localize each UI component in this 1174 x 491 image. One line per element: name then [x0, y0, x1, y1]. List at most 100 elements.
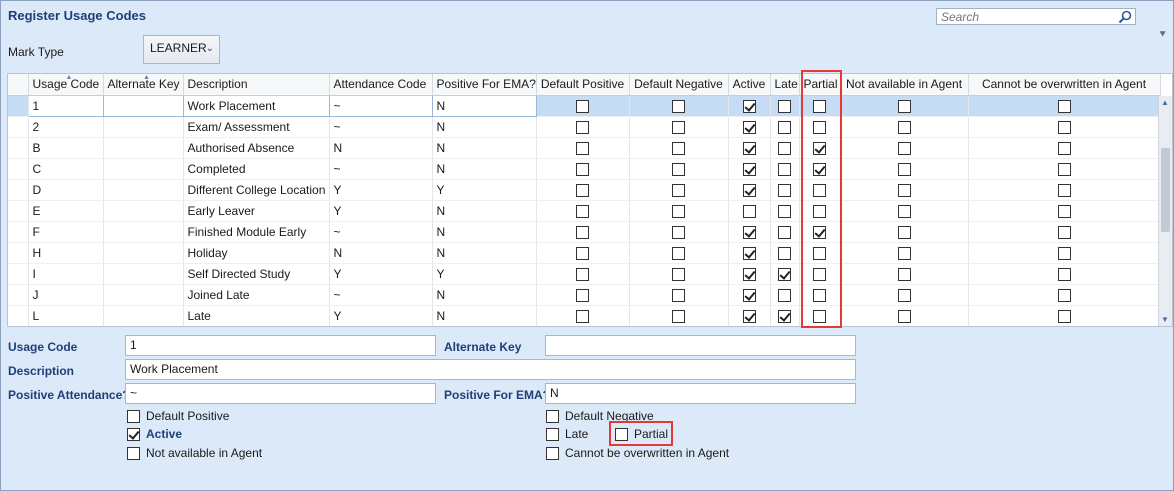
table-row[interactable]: J Joined Late ~ N	[8, 284, 1161, 306]
row-selector[interactable]	[8, 263, 29, 285]
cell-desc[interactable]: Early Leaver	[183, 200, 330, 222]
dpos-checkbox[interactable]	[576, 204, 589, 218]
late-checkbox[interactable]	[778, 141, 791, 155]
late-checkbox[interactable]	[778, 99, 791, 113]
dneg-checkbox[interactable]	[672, 288, 685, 302]
cell-code[interactable]: L	[28, 305, 104, 326]
cell-alt[interactable]	[103, 242, 184, 264]
dneg-checkbox[interactable]	[672, 99, 685, 113]
cell-code[interactable]: C	[28, 158, 104, 180]
table-row[interactable]: D Different College Location Y Y	[8, 179, 1161, 201]
partial-checkbox[interactable]	[813, 162, 826, 176]
cell-ema[interactable]: N	[432, 242, 537, 264]
cell-alt[interactable]	[103, 137, 184, 159]
notagent-checkbox[interactable]	[897, 141, 911, 155]
cell-ema[interactable]: Y	[432, 263, 537, 285]
partial-checkbox[interactable]	[813, 309, 826, 323]
dneg-checkbox[interactable]	[672, 120, 685, 134]
cell-desc[interactable]: Different College Location	[183, 179, 330, 201]
cell-ema[interactable]: N	[432, 284, 537, 306]
active-checkbox[interactable]	[742, 141, 756, 155]
table-row[interactable]: C Completed ~ N	[8, 158, 1161, 180]
column-header[interactable]: Active	[728, 74, 771, 96]
noover-checkbox[interactable]	[1057, 141, 1071, 155]
collapse-chevron-icon[interactable]: ⯆	[1158, 29, 1167, 42]
column-header[interactable]: Description	[183, 74, 330, 96]
notagent-checkbox[interactable]	[897, 183, 911, 197]
active-checkbox[interactable]	[742, 309, 756, 323]
active-checkbox[interactable]: Active	[127, 427, 182, 441]
cell-ema[interactable]: N	[432, 221, 537, 243]
cell-att[interactable]: ~	[329, 116, 433, 138]
active-checkbox[interactable]	[742, 183, 756, 197]
dpos-checkbox[interactable]	[576, 246, 589, 260]
cannot-be-overwritten-checkbox[interactable]: Cannot be overwritten in Agent	[546, 446, 729, 460]
positive-ema-field[interactable]: N	[545, 383, 856, 404]
late-checkbox[interactable]	[778, 246, 791, 260]
column-header[interactable]: Positive For EMA?	[432, 74, 537, 96]
late-checkbox[interactable]	[778, 309, 791, 323]
dneg-checkbox[interactable]	[672, 267, 685, 281]
notagent-checkbox[interactable]	[897, 204, 911, 218]
noover-checkbox[interactable]	[1057, 246, 1071, 260]
partial-checkbox[interactable]	[813, 183, 826, 197]
noover-checkbox[interactable]	[1057, 204, 1071, 218]
dneg-checkbox[interactable]	[672, 225, 685, 239]
cell-desc[interactable]: Finished Module Early	[183, 221, 330, 243]
partial-checkbox[interactable]	[813, 99, 826, 113]
notagent-checkbox[interactable]	[897, 246, 911, 260]
row-selector[interactable]	[8, 116, 29, 138]
dpos-checkbox[interactable]	[576, 288, 589, 302]
cell-desc[interactable]: Late	[183, 305, 330, 326]
usage-code-field[interactable]: 1	[125, 335, 436, 356]
dpos-checkbox[interactable]	[576, 309, 589, 323]
late-checkbox[interactable]	[778, 204, 791, 218]
row-selector[interactable]	[8, 242, 29, 264]
late-checkbox[interactable]	[778, 162, 791, 176]
cell-att[interactable]: N	[329, 242, 433, 264]
cell-code[interactable]: F	[28, 221, 104, 243]
partial-checkbox[interactable]	[813, 141, 826, 155]
cell-code[interactable]: 2	[28, 116, 104, 138]
noover-checkbox[interactable]	[1057, 225, 1071, 239]
noover-checkbox[interactable]	[1057, 120, 1071, 134]
noover-checkbox[interactable]	[1057, 183, 1071, 197]
partial-checkbox[interactable]	[813, 225, 826, 239]
column-header[interactable]: Default Positive	[536, 74, 630, 96]
dneg-checkbox[interactable]	[672, 309, 685, 323]
cell-ema[interactable]: N	[431, 94, 537, 117]
cell-alt[interactable]	[102, 94, 184, 117]
cell-desc[interactable]: Exam/ Assessment	[183, 116, 330, 138]
row-selector[interactable]	[8, 305, 29, 326]
dneg-checkbox[interactable]	[672, 141, 685, 155]
late-checkbox[interactable]	[778, 120, 791, 134]
active-checkbox[interactable]	[742, 204, 756, 218]
cell-att[interactable]: Y	[329, 179, 433, 201]
noover-checkbox[interactable]	[1057, 288, 1071, 302]
column-header[interactable]: Partial	[799, 74, 841, 96]
scroll-down-icon[interactable]: ▼	[1161, 315, 1169, 324]
late-checkbox[interactable]	[778, 225, 791, 239]
row-selector[interactable]	[8, 284, 29, 306]
cell-ema[interactable]: N	[432, 200, 537, 222]
active-checkbox[interactable]	[742, 246, 756, 260]
row-selector[interactable]	[8, 95, 29, 117]
column-header[interactable]: Default Negative	[629, 74, 729, 96]
cell-code[interactable]: I	[28, 263, 104, 285]
table-row[interactable]: I Self Directed Study Y Y	[8, 263, 1161, 285]
partial-checkbox[interactable]	[813, 288, 826, 302]
row-selector[interactable]	[8, 179, 29, 201]
cell-att[interactable]: Y	[329, 305, 433, 326]
cell-alt[interactable]	[103, 116, 184, 138]
dpos-checkbox[interactable]	[576, 162, 589, 176]
cell-alt[interactable]	[103, 284, 184, 306]
late-checkbox[interactable]	[778, 267, 791, 281]
active-checkbox[interactable]	[742, 99, 756, 113]
cell-ema[interactable]: N	[432, 158, 537, 180]
partial-checkbox[interactable]	[813, 267, 826, 281]
cell-att[interactable]: Y	[329, 263, 433, 285]
notagent-checkbox[interactable]	[897, 288, 911, 302]
cell-desc[interactable]: Holiday	[183, 242, 330, 264]
active-checkbox[interactable]	[742, 120, 756, 134]
positive-attendance-field[interactable]: ~	[125, 383, 436, 404]
